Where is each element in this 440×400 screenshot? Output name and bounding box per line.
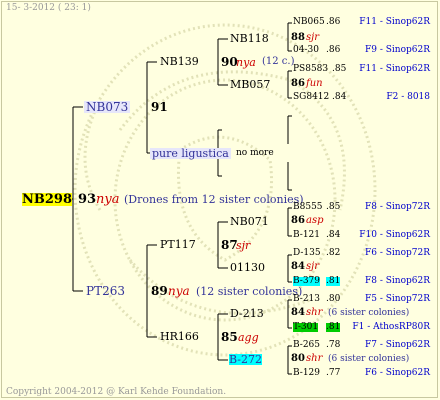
gen4-location[interactable]: F6 - Sinop62R: [365, 369, 430, 378]
gen4-year: .80: [326, 294, 341, 304]
gen4-year: .86: [326, 45, 341, 55]
n01130-year: 84: [291, 261, 305, 272]
root-id[interactable]: NB298: [22, 193, 73, 206]
gen4-year: .85: [326, 202, 341, 212]
father-year: 91: [151, 100, 168, 114]
gen4-id[interactable]: T-301: [293, 323, 319, 332]
nb071-year: 86: [291, 215, 305, 226]
b272-race: shr: [306, 353, 323, 364]
gen4-location[interactable]: F9 - Sinop62R: [365, 46, 430, 55]
root-year: 93: [78, 192, 97, 207]
nb118-year: 88: [291, 32, 305, 43]
pt117-id[interactable]: PT117: [160, 239, 196, 250]
gen4-id[interactable]: 04-30: [293, 46, 319, 55]
b272-note: (6 sister colonies): [328, 354, 410, 364]
copyright: Copyright 2004-2012 @ Karl Kehde Foundat…: [6, 387, 227, 397]
mother-id[interactable]: PT263: [86, 285, 125, 297]
gen4-location[interactable]: F8 - Sinop72R: [365, 203, 430, 212]
gen4-id[interactable]: PS8583: [293, 65, 328, 74]
n01130-race: sjr: [306, 261, 320, 272]
mb057-race: fun: [306, 78, 323, 89]
gen4-id[interactable]: D-135: [293, 249, 321, 258]
gen4-year: .81: [326, 322, 341, 332]
mother-race: nya: [168, 284, 190, 298]
gen4-year: .86: [326, 17, 341, 27]
b272-id[interactable]: B-272: [229, 354, 262, 365]
b272-year: 80: [291, 353, 305, 364]
pure-ligustica-id[interactable]: pure ligustica: [150, 148, 231, 159]
nb139-note: (12 c.): [262, 56, 295, 67]
gen4-year: .82: [326, 248, 341, 258]
gen4-year: .81: [326, 276, 341, 286]
d213-race: shr: [306, 307, 323, 318]
gen4-year: .78: [326, 340, 341, 350]
d213-year: 84: [291, 307, 305, 318]
root-race: nya: [96, 192, 120, 207]
gen4-location[interactable]: F1 - AthosRP80R: [352, 323, 430, 332]
gen4-year: .84: [326, 230, 341, 240]
nb118-race: sjr: [306, 32, 320, 43]
gen4-location[interactable]: F7 - Sinop62R: [365, 341, 430, 350]
mb057-id[interactable]: MB057: [230, 79, 270, 90]
hr166-id[interactable]: HR166: [160, 331, 199, 342]
nb139-race: nya: [236, 56, 256, 69]
pedigree-page: 15- 3-2012 ( 23: 1) Copyright 2004-2012 …: [0, 0, 440, 400]
gen4-year: .77: [326, 368, 341, 378]
pure-ligustica-note: no more: [236, 148, 274, 158]
d213-id[interactable]: D-213: [230, 308, 264, 319]
gen4-id[interactable]: B-213: [293, 295, 320, 304]
gen4-id[interactable]: B-379: [293, 277, 320, 286]
gen4-location[interactable]: F8 - Sinop62R: [365, 277, 430, 286]
gen4-id[interactable]: SG8412: [293, 93, 329, 102]
gen4-location[interactable]: F11 - Sinop62R: [359, 65, 430, 74]
gen4-location[interactable]: F2 - 8018: [386, 93, 430, 102]
gen4-location[interactable]: F6 - Sinop72R: [365, 249, 430, 258]
nb071-race: asp: [306, 215, 324, 226]
gen4-id[interactable]: B-129: [293, 369, 320, 378]
mb057-year: 86: [291, 78, 305, 89]
d213-note: (6 sister colonies): [328, 308, 410, 318]
gen4-id[interactable]: B8555: [293, 203, 323, 212]
gen4-id[interactable]: B-265: [293, 341, 320, 350]
nb118-id[interactable]: NB118: [230, 33, 269, 44]
date-line: 15- 3-2012 ( 23: 1): [6, 3, 91, 13]
pt117-race: sjr: [236, 239, 251, 252]
hr166-year: 85: [221, 330, 238, 344]
n01130-id[interactable]: 01130: [230, 262, 265, 273]
gen4-location[interactable]: F11 - Sinop62R: [359, 18, 430, 27]
gen4-year: .84: [332, 92, 347, 102]
nb071-id[interactable]: NB071: [230, 216, 269, 227]
mother-note: (12 sister colonies): [196, 285, 303, 298]
gen4-year: .85: [332, 64, 347, 74]
father-id[interactable]: NB073: [84, 101, 131, 113]
hr166-race: agg: [238, 331, 259, 344]
gen4-location[interactable]: F5 - Sinop72R: [365, 295, 430, 304]
nb139-id[interactable]: NB139: [160, 56, 199, 67]
gen4-location[interactable]: F10 - Sinop62R: [359, 231, 430, 240]
gen4-id[interactable]: B-121: [293, 231, 320, 240]
gen4-id[interactable]: NB065: [293, 18, 325, 27]
root-note: (Drones from 12 sister colonies): [124, 193, 304, 206]
mother-year: 89: [151, 284, 168, 298]
